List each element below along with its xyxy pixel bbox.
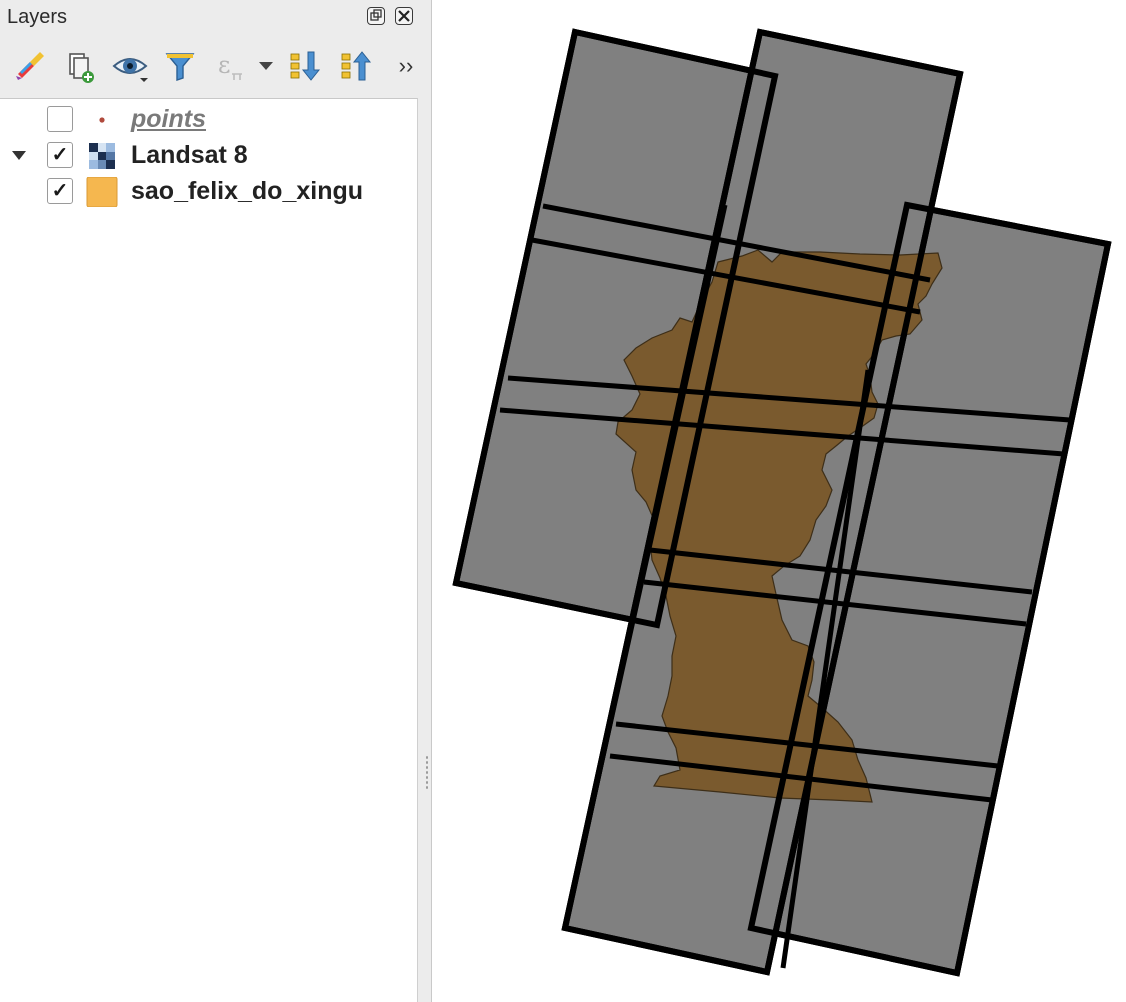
eye-icon[interactable] bbox=[110, 46, 150, 86]
raster-layer-icon bbox=[86, 141, 118, 171]
add-group-icon[interactable] bbox=[60, 46, 100, 86]
panel-title: Layers bbox=[7, 6, 68, 28]
polygon-layer-icon bbox=[86, 176, 118, 208]
chevron-down-icon[interactable] bbox=[246, 46, 286, 86]
layer-row-landsat-8[interactable]: ✓ Landsat 8 bbox=[0, 138, 418, 172]
layers-toolbar: ε ›› bbox=[0, 40, 431, 92]
layers-panel: Layers ε ›› points ✓ Landsat 8 ✓ sao_fel… bbox=[0, 0, 432, 1002]
collapse-all-icon[interactable] bbox=[336, 46, 376, 86]
svg-text:ε: ε bbox=[218, 51, 230, 79]
point-layer-icon bbox=[86, 105, 118, 135]
layer-name: points bbox=[131, 105, 206, 133]
map-canvas[interactable] bbox=[433, 0, 1126, 1002]
layer-row-sao-felix-do-xingu[interactable]: ✓ sao_felix_do_xingu bbox=[0, 174, 418, 208]
layer-name: sao_felix_do_xingu bbox=[131, 177, 364, 205]
chevron-double-right-icon[interactable]: ›› bbox=[386, 46, 426, 86]
layer-tree: points ✓ Landsat 8 ✓ sao_felix_do_xingu bbox=[0, 98, 418, 1002]
map-view bbox=[452, 28, 1112, 977]
paintbrush-icon[interactable] bbox=[10, 46, 50, 86]
panel-splitter-handle[interactable] bbox=[425, 755, 429, 791]
layer-name: Landsat 8 bbox=[131, 141, 248, 169]
funnel-icon[interactable] bbox=[160, 46, 200, 86]
layer-visibility-checkbox[interactable]: ✓ bbox=[47, 178, 73, 204]
expand-all-icon[interactable] bbox=[285, 46, 325, 86]
layer-visibility-checkbox[interactable]: ✓ bbox=[47, 142, 73, 168]
layer-row-points[interactable]: points bbox=[0, 102, 418, 136]
close-icon[interactable] bbox=[395, 7, 413, 25]
float-icon[interactable] bbox=[367, 7, 385, 25]
expand-arrow-icon[interactable] bbox=[12, 151, 26, 160]
layer-visibility-checkbox[interactable] bbox=[47, 106, 73, 132]
